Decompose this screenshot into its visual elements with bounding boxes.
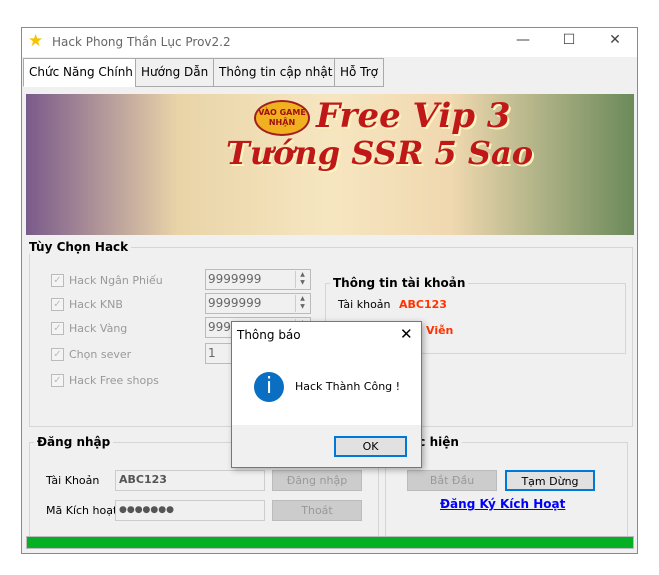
tab-thong-tin-cap-nhat[interactable]: Thông tin cập nhật	[213, 58, 339, 87]
dialog-title: Thông báo	[237, 328, 301, 342]
account-value: ABC123	[399, 298, 447, 311]
title-bar: ★ Hack Phong Thần Lục Prov2.2 — ☐ ✕	[22, 28, 637, 57]
tab-chuc-nang-chinh[interactable]: Chức Năng Chính	[23, 58, 139, 87]
pause-button[interactable]: Tạm Dừng	[505, 470, 595, 491]
activation-code-input[interactable]: ●●●●●●●	[115, 500, 265, 521]
tab-huong-dan[interactable]: Hướng Dẫn	[135, 58, 215, 87]
dialog-message: Hack Thành Công !	[295, 380, 401, 393]
exit-button[interactable]: Thoát	[272, 500, 362, 521]
username-input[interactable]: ABC123	[115, 470, 265, 491]
hack-option-label: Hack Ngân Phiếu	[69, 274, 163, 287]
dialog-close-button[interactable]: ✕	[400, 325, 413, 343]
username-label: Tài Khoản	[46, 474, 100, 487]
close-button[interactable]: ✕	[600, 32, 630, 52]
ok-button[interactable]: OK	[334, 436, 407, 457]
window-title: Hack Phong Thần Lục Prov2.2	[52, 35, 231, 49]
spinner-arrows-icon[interactable]: ▲▼	[295, 271, 309, 288]
info-icon: i	[254, 372, 284, 402]
code-label: Mã Kích hoạt	[46, 504, 118, 517]
account-label: Tài khoản	[338, 298, 391, 311]
hack-checkbox[interactable]: ✓	[51, 348, 64, 361]
hack-value: 9999999	[208, 272, 262, 286]
tab-ho-tro[interactable]: Hỗ Trợ	[334, 58, 385, 87]
main-window: ★ Hack Phong Thần Lục Prov2.2 — ☐ ✕ Chức…	[21, 27, 638, 554]
dialog-footer: OK	[232, 425, 421, 467]
star-icon: ★	[28, 31, 44, 51]
hack-value-input[interactable]: 9999999 ▲▼	[205, 293, 311, 314]
hack-checkbox[interactable]: ✓	[51, 374, 64, 387]
hack-option-label: Hack Vàng	[69, 322, 128, 335]
hack-value: 9999999	[208, 296, 262, 310]
account-info-title: Thông tin tài khoản	[330, 276, 469, 290]
banner-badge: VÀO GAME NHẬN	[254, 100, 310, 136]
banner-line1: Free Vip 3	[316, 96, 511, 136]
maximize-button[interactable]: ☐	[554, 32, 584, 52]
progress-bar	[26, 536, 634, 549]
banner-line2: Tướng SSR 5 Sao	[226, 134, 534, 172]
hack-checkbox[interactable]: ✓	[51, 274, 64, 287]
hack-checkbox[interactable]: ✓	[51, 298, 64, 311]
expiry-value: Viễn	[426, 324, 454, 337]
hack-value-input[interactable]: 9999999 ▲▼	[205, 269, 311, 290]
progress-fill	[27, 537, 633, 548]
hack-option-label: Hack Free shops	[69, 374, 159, 387]
hack-value: 1	[208, 346, 216, 360]
promo-banner: VÀO GAME NHẬN Free Vip 3 Tướng SSR 5 Sao	[26, 94, 634, 235]
minimize-button[interactable]: —	[508, 32, 538, 52]
hack-options-title: Tùy Chọn Hack	[26, 240, 132, 254]
login-title: Đăng nhập	[34, 435, 114, 449]
start-button[interactable]: Bắt Đầu	[407, 470, 497, 491]
hack-option-label: Hack KNB	[69, 298, 123, 311]
hack-checkbox[interactable]: ✓	[51, 322, 64, 335]
spinner-arrows-icon[interactable]: ▲▼	[295, 295, 309, 312]
message-dialog: Thông báo ✕ i Hack Thành Công ! OK	[231, 321, 422, 468]
login-button[interactable]: Đăng nhập	[272, 470, 362, 491]
hack-option-label: Chọn sever	[69, 348, 132, 361]
register-activation-link[interactable]: Đăng Ký Kích Hoạt	[440, 497, 565, 511]
